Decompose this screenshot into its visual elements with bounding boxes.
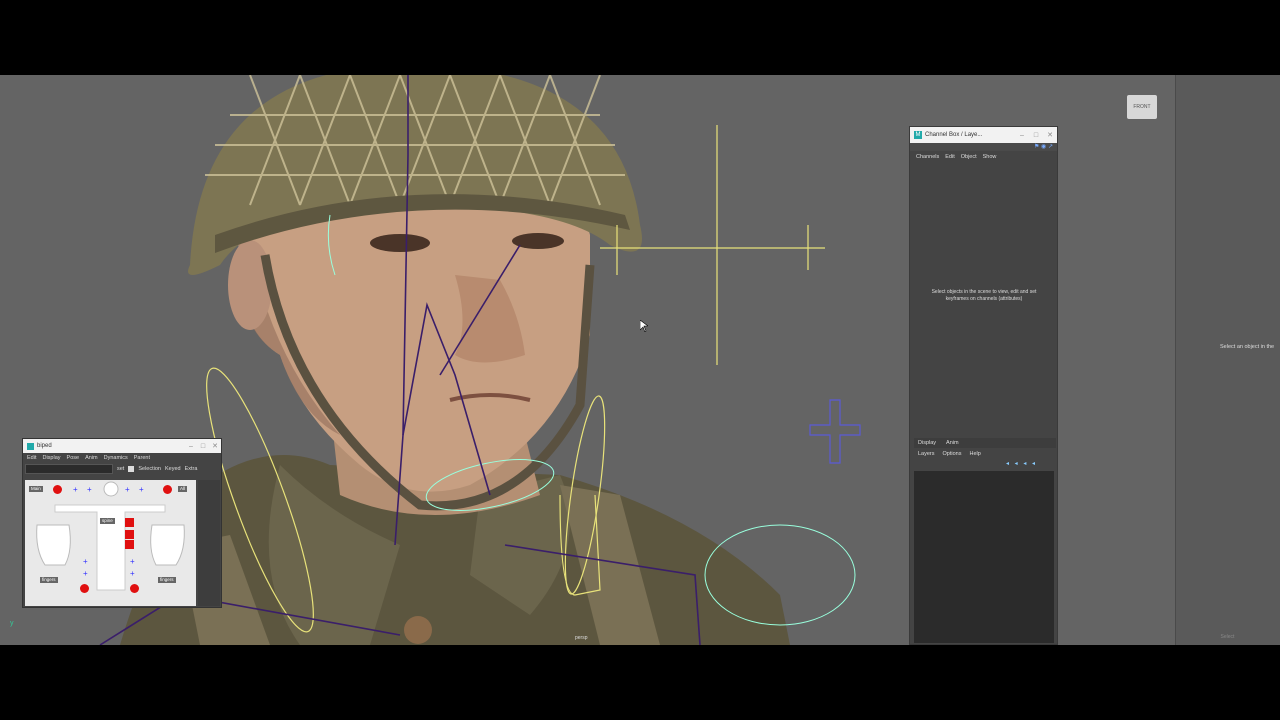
shirt-button	[404, 616, 432, 644]
eye-left	[370, 234, 430, 252]
channel-box-toolbar: ⚑ ◉ ↗	[910, 143, 1057, 151]
menu-display[interactable]: Display	[42, 455, 60, 461]
maya-app-icon: M	[914, 131, 922, 139]
layer-editor-tabs: Display Anim	[914, 438, 1056, 448]
layer-list[interactable]	[914, 471, 1054, 643]
fingers-left-tag[interactable]: fingers	[40, 577, 58, 583]
maximize-icon[interactable]: □	[1029, 132, 1043, 139]
menu-show[interactable]: Show	[983, 154, 997, 160]
picker-control[interactable]	[80, 584, 89, 593]
selection-set-dropdown[interactable]	[25, 464, 113, 474]
menu-layers[interactable]: Layers	[918, 451, 935, 457]
maya-app-icon	[27, 442, 34, 450]
letterbox-bottom	[0, 645, 1280, 720]
menu-edit[interactable]: Edit	[945, 154, 954, 160]
maximize-icon[interactable]: □	[197, 443, 209, 450]
biped-scrollbar[interactable]	[198, 480, 220, 606]
menu-dynamics[interactable]: Dynamics	[104, 455, 128, 461]
selection-label: Selection	[138, 466, 161, 472]
menu-channels[interactable]: Channels	[916, 154, 939, 160]
menu-edit[interactable]: Edit	[27, 455, 36, 461]
picker-plus-icon[interactable]: +	[130, 558, 135, 566]
extra-tab[interactable]: Extra	[185, 466, 198, 472]
channel-box-hint: Select objects in the scene to view, edi…	[931, 289, 1037, 302]
selection-checkbox[interactable]	[128, 466, 135, 472]
biped-title: biped	[37, 443, 52, 449]
biped-menubar: Edit Display Pose Anim Dynamics Parent	[23, 453, 221, 463]
picker-control[interactable]	[130, 584, 139, 593]
minimize-icon[interactable]: –	[185, 443, 197, 450]
ear-left	[228, 240, 272, 330]
picker-plus-icon[interactable]: +	[130, 570, 135, 578]
fingers-right-tag[interactable]: fingers	[158, 577, 176, 583]
picker-control[interactable]	[125, 540, 134, 549]
attribute-editor-panel: Select an object in the Select	[1175, 75, 1280, 645]
channel-box-menubar: Channels Edit Object Show	[910, 151, 1057, 163]
close-icon[interactable]: ✕	[1043, 131, 1057, 139]
biped-picker-canvas[interactable]: Main All + + + + spine + + + + fingers f…	[25, 480, 196, 606]
biped-picker-window[interactable]: biped – □ ✕ Edit Display Pose Anim Dynam…	[22, 438, 222, 608]
viewcube[interactable]: FRONT	[1127, 95, 1157, 119]
menu-anim[interactable]: Anim	[85, 455, 98, 461]
letterbox-top	[0, 0, 1280, 75]
menu-parent[interactable]: Parent	[134, 455, 150, 461]
axis-gizmo: y	[10, 620, 14, 627]
menu-pose[interactable]: Pose	[67, 455, 80, 461]
picker-control[interactable]	[125, 518, 134, 527]
tab-anim[interactable]: Anim	[946, 440, 959, 446]
channel-box-title: Channel Box / Laye...	[925, 132, 983, 138]
picker-plus-icon[interactable]: +	[83, 570, 88, 578]
close-icon[interactable]: ✕	[209, 442, 221, 450]
spine-tag[interactable]: spine	[100, 518, 115, 524]
menu-object[interactable]: Object	[961, 154, 977, 160]
picker-control[interactable]	[125, 530, 134, 539]
menu-options[interactable]: Options	[943, 451, 962, 457]
control-cross-blue	[809, 399, 861, 464]
mouse-cursor-icon	[640, 320, 648, 332]
channel-box-window[interactable]: M Channel Box / Laye... – □ ✕ ⚑ ◉ ↗ Chan…	[909, 126, 1058, 645]
attribute-editor-message: Select an object in the	[1220, 344, 1275, 350]
camera-label: persp	[575, 635, 588, 641]
tab-display[interactable]: Display	[918, 440, 936, 446]
biped-toolbar: set Selection Keyed Extra	[23, 463, 221, 475]
biped-titlebar[interactable]: biped – □ ✕	[23, 439, 221, 453]
channel-box-tool-icons[interactable]: ⚑ ◉ ↗	[1034, 143, 1053, 150]
picker-plus-icon[interactable]: +	[83, 558, 88, 566]
minimize-icon[interactable]: –	[1015, 132, 1029, 139]
select-button[interactable]: Select	[1180, 632, 1275, 642]
set-button[interactable]: set	[117, 466, 124, 472]
channel-box-titlebar[interactable]: M Channel Box / Laye... – □ ✕	[910, 127, 1057, 143]
layer-action-icons[interactable]: ◂ ◂ ◂ ◂	[1006, 460, 1037, 467]
keyed-tab[interactable]: Keyed	[165, 466, 181, 472]
layer-editor-menubar: Layers Options Help	[914, 449, 1056, 459]
biped-body-icon	[36, 481, 185, 591]
channel-box-body: Select objects in the scene to view, edi…	[910, 163, 1057, 437]
menu-help[interactable]: Help	[969, 451, 980, 457]
